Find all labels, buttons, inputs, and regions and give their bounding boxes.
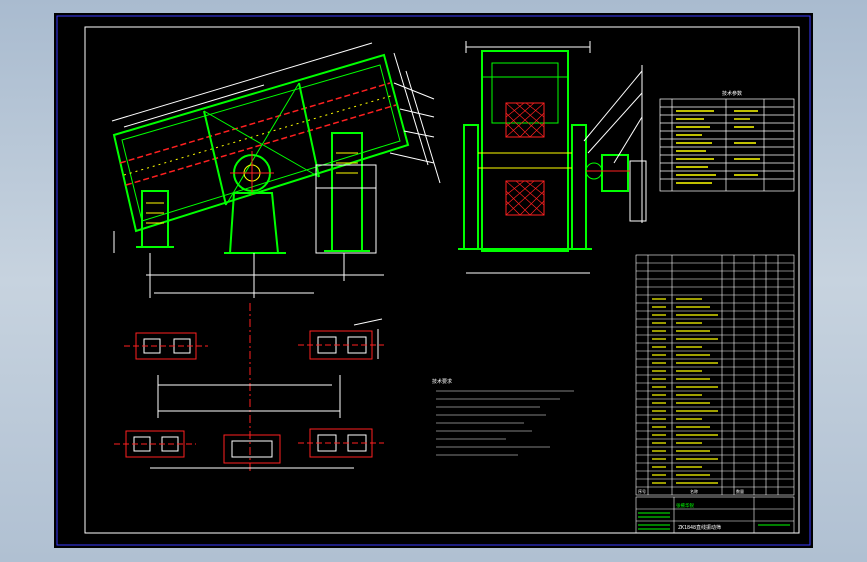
center-support (228, 192, 280, 254)
left-spring-support (141, 190, 169, 248)
table-header-name: 名称 (690, 488, 698, 494)
title-block-name: ZK1848直线振动筛 (678, 524, 721, 531)
front-frame (481, 50, 569, 252)
cad-viewport[interactable]: 技术要求 技术参数 序号 名称 数量 张掖华锐 ZK1848直线振动筛 (0, 0, 867, 562)
title-block-company: 张掖华锐 (676, 502, 694, 509)
drawing-sheet[interactable]: 技术要求 技术参数 序号 名称 数量 张掖华锐 ZK1848直线振动筛 (54, 13, 813, 548)
parts-list-table[interactable]: 序号 名称 数量 (635, 254, 795, 496)
screen-box-outline (112, 53, 410, 233)
drawing-frame (84, 26, 800, 534)
screen-side-view[interactable] (111, 42, 441, 298)
title-block[interactable]: 张掖华锐 ZK1848直线振动筛 (635, 496, 795, 534)
technical-notes: 技术要求 (432, 378, 574, 456)
table-header-seq: 序号 (638, 488, 646, 494)
tech-params-title: 技术参数 (722, 90, 742, 97)
foundation-plan[interactable] (114, 303, 384, 473)
screen-front-view[interactable] (458, 41, 647, 274)
notes-title: 技术要求 (432, 378, 452, 385)
tech-params-table[interactable]: 技术参数 (659, 90, 795, 192)
right-spring-support (331, 132, 363, 252)
table-header-qty: 数量 (736, 488, 744, 494)
cad-drawing-canvas[interactable]: 技术要求 技术参数 序号 名称 数量 张掖华锐 ZK1848直线振动筛 (54, 13, 813, 548)
screen-box-inner (121, 64, 401, 222)
outer-border (56, 15, 811, 546)
screen-deck-upper (119, 82, 391, 164)
